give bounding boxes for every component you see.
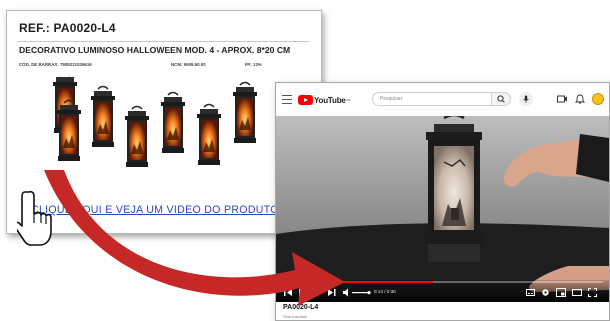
- video-player[interactable]: 0:14 / 0:30: [276, 116, 609, 302]
- fullscreen-icon[interactable]: [588, 288, 597, 297]
- progress-bar[interactable]: [282, 281, 603, 283]
- mic-button[interactable]: [519, 92, 533, 106]
- video-title: PA0020-L4: [283, 304, 319, 311]
- bell-icon[interactable]: [574, 93, 586, 105]
- volume-icon[interactable]: [343, 288, 371, 297]
- prev-icon[interactable]: [284, 288, 292, 297]
- ncm-text: NCM: 9505.90.00: [171, 62, 206, 67]
- product-name: DECORATIVO LUMINOSO HALLOWEEN MOD. 4 - A…: [19, 45, 291, 55]
- avatar[interactable]: [592, 93, 604, 105]
- create-icon[interactable]: [556, 93, 568, 105]
- video-frame: [276, 116, 609, 302]
- ipi-text: IPI: 13%: [245, 62, 262, 67]
- replay-icon[interactable]: [312, 288, 321, 297]
- hand-cursor-icon: [17, 190, 52, 246]
- youtube-region: BR: [346, 98, 351, 102]
- search-icon: [497, 95, 505, 103]
- search-input[interactable]: Pesquisar: [372, 92, 492, 106]
- miniplayer-icon[interactable]: [556, 288, 566, 297]
- player-controls: 0:14 / 0:30: [276, 280, 609, 302]
- youtube-window: YouTube BR Pesquisar 0:14 / 0:30 PA0020-…: [275, 82, 610, 321]
- product-photo-lanterns: [53, 75, 258, 168]
- product-video-link[interactable]: CLIQUE AQUI E VEJA UM VIDEO DO PRODUTO: [31, 204, 279, 216]
- mic-icon: [523, 95, 529, 103]
- divider: [17, 41, 309, 42]
- youtube-logo-text: YouTube: [314, 95, 346, 105]
- play-icon[interactable]: [298, 288, 306, 297]
- menu-icon[interactable]: [282, 95, 292, 104]
- youtube-header: YouTube BR Pesquisar: [276, 83, 609, 116]
- time-display: 0:14 / 0:30: [374, 289, 396, 294]
- youtube-play-logo-icon: [298, 95, 313, 105]
- product-reference: REF.: PA0020-L4: [19, 21, 116, 35]
- channel-line: Sem inscritos: [283, 314, 308, 319]
- progress-fill: [282, 281, 433, 283]
- youtube-logo[interactable]: YouTube BR: [298, 94, 351, 106]
- search-button[interactable]: [491, 92, 511, 106]
- next-icon[interactable]: [328, 288, 336, 297]
- subtitles-icon[interactable]: [526, 288, 535, 297]
- settings-icon[interactable]: [541, 288, 550, 297]
- barcode-text: CÓD. DE BARRAS: 7908221039616: [19, 62, 92, 67]
- theater-icon[interactable]: [572, 288, 582, 297]
